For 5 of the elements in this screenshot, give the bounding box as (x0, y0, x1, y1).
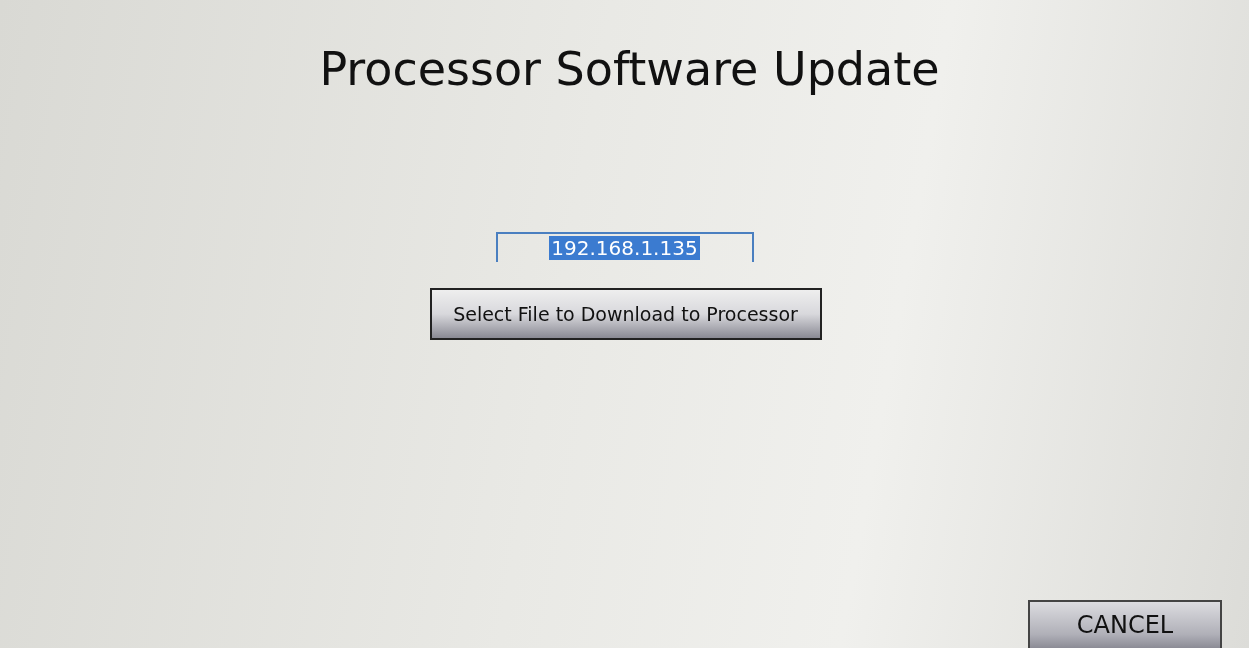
select-file-button[interactable]: Select File to Download to Processor (429, 288, 822, 340)
address-field[interactable]: 192.168.1.135 (495, 232, 754, 262)
page-title: Processor Software Update (319, 42, 940, 96)
address-value: 192.168.1.135 (549, 236, 700, 260)
cancel-button[interactable]: CANCEL (1028, 600, 1222, 648)
